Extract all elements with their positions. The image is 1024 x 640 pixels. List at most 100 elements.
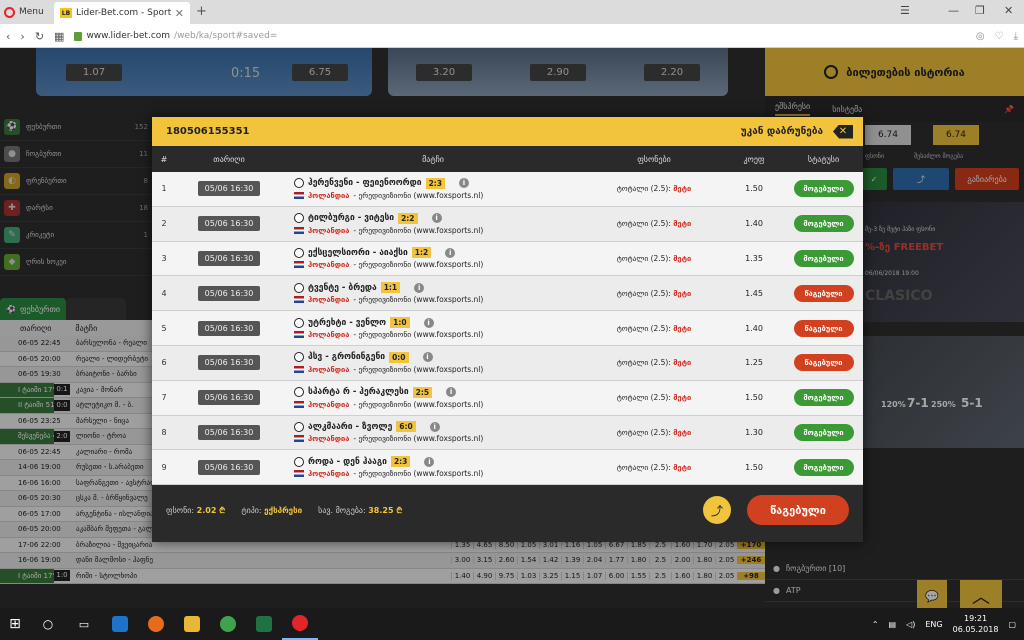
ticket-details-modal: 180506155351 უკან დაბრუნება ✕ # თარიღი მ…: [152, 117, 863, 542]
tray-chevron-icon[interactable]: ⌃: [872, 620, 879, 629]
browser-tab[interactable]: LB Lider-Bet.com - Sports and ✕: [54, 2, 190, 24]
bet-market: ტოტალი (2.5): მეტი: [584, 324, 724, 333]
league-country: ჰოლანდია: [308, 330, 350, 340]
close-window-icon[interactable]: ✕: [1004, 4, 1013, 17]
league-name: - ერედივიზიონი (www.foxsports.nl): [353, 434, 484, 444]
bet-selection: მეტი: [673, 253, 692, 263]
bet-selection: მეტი: [673, 184, 692, 194]
stake-summary: ფსონი: 2.02 ₾: [166, 505, 225, 516]
match-score: 0:0: [389, 351, 409, 363]
match-name: ალკმაარი - ზვოლე: [308, 421, 393, 432]
opera-menu-button[interactable]: Menu: [4, 4, 44, 20]
bet-market-label: ტოტალი (2.5):: [616, 393, 674, 403]
col-odds: კოეფ: [743, 154, 765, 164]
bet-status-cell: მოგებული: [784, 458, 863, 476]
info-icon[interactable]: i: [423, 317, 434, 328]
football-icon: [294, 213, 304, 224]
network-icon[interactable]: ▤: [889, 620, 897, 629]
netherlands-flag-icon: [294, 365, 304, 373]
bet-market: ტოტალი (2.5): მეტი: [584, 428, 724, 437]
bet-market-label: ტოტალი (2.5):: [616, 462, 674, 472]
col-date: თარიღი: [213, 154, 245, 164]
bet-date: 05/06 16:30: [197, 390, 261, 406]
excel-icon[interactable]: [246, 608, 282, 640]
forward-icon[interactable]: ›: [20, 30, 24, 43]
back-icon[interactable]: ‹: [6, 30, 10, 43]
col-match: მატჩი: [422, 154, 444, 164]
info-icon[interactable]: i: [459, 178, 469, 189]
league-name: - ერედივიზიონი (www.foxsports.nl): [353, 330, 484, 340]
back-button[interactable]: უკან დაბრუნება: [741, 126, 823, 137]
football-icon: [294, 352, 304, 363]
bet-odd: 1.40: [745, 219, 763, 229]
win-label: სავ. მოგება:: [318, 505, 366, 515]
new-tab-icon[interactable]: +: [196, 4, 207, 19]
bet-selection: მეტი: [673, 323, 692, 333]
volume-icon[interactable]: ◁): [906, 620, 915, 629]
share-icon[interactable]: ⤴: [703, 496, 731, 524]
bet-odd: 1.50: [745, 184, 763, 194]
bet-date: 05/06 16:30: [197, 285, 261, 301]
taskbar-clock[interactable]: 19:21 06.05.2018: [953, 613, 999, 635]
info-icon[interactable]: i: [429, 421, 440, 432]
bet-selection: მეტი: [673, 427, 692, 437]
speed-dial-icon[interactable]: ▦: [54, 30, 64, 43]
league-country: ჰოლანდია: [308, 469, 350, 479]
bet-number: 2: [161, 219, 167, 229]
status-badge: მოგებული: [793, 423, 854, 441]
netherlands-flag-icon: [294, 226, 304, 234]
info-icon[interactable]: i: [424, 456, 435, 467]
netherlands-flag-icon: [294, 296, 304, 304]
task-view-icon[interactable]: ▭: [66, 608, 102, 640]
firefox-icon[interactable]: [138, 608, 174, 640]
chrome-icon[interactable]: [210, 608, 246, 640]
bet-market-label: ტოტალი (2.5):: [616, 427, 674, 437]
info-icon[interactable]: i: [446, 387, 457, 398]
bet-date: 05/06 16:30: [197, 355, 261, 371]
url-field[interactable]: www.lider-bet.com/web/ka/sport#saved=: [74, 31, 965, 41]
windows-start-icon[interactable]: ⊞: [0, 608, 30, 640]
notifications-icon[interactable]: ▢: [1008, 620, 1016, 629]
bet-number: 4: [161, 288, 167, 298]
league-line: ჰოლანდია - ერედივიზიონი (www.foxsports.n…: [294, 400, 584, 409]
league-country: ჰოლანდია: [308, 190, 350, 200]
address-bar: ‹ › ↻ ▦ www.lider-bet.com/web/ka/sport#s…: [0, 24, 1024, 48]
snapshot-icon[interactable]: ◎: [976, 31, 985, 42]
info-icon[interactable]: i: [414, 282, 425, 293]
match-line: სპარტა რ - ჰერაკლესი 2:5 i: [294, 386, 584, 398]
match-name: ტვენტე - ბრედა: [308, 282, 377, 293]
bet-row: 1 05/06 16:30 ჰერენვენი - ფეიენოორდი 2:3 i ჰო…: [152, 172, 863, 207]
opera-logo-icon: [4, 6, 15, 18]
ticket-status-button[interactable]: წაგებული: [747, 495, 849, 525]
info-icon[interactable]: i: [431, 213, 442, 224]
bet-status-cell: მოგებული: [784, 423, 863, 441]
bet-match-cell: პსვ - გრონინგენი 0:0 i ჰოლანდია - ერედივიზი…: [282, 351, 584, 374]
search-icon[interactable]: ○: [30, 608, 66, 640]
close-tab-icon[interactable]: ✕: [175, 7, 184, 20]
tab-title: Lider-Bet.com - Sports and: [76, 8, 171, 18]
league-line: ჰოლანდია - ერედივიზიონი (www.foxsports.n…: [294, 226, 584, 235]
info-icon[interactable]: i: [445, 247, 456, 258]
bet-date-cell: 05/06 16:30: [176, 285, 282, 301]
info-icon[interactable]: i: [422, 352, 433, 363]
download-icon[interactable]: ⤓: [1014, 31, 1018, 42]
url-domain: www.lider-bet.com: [86, 31, 171, 41]
bet-status-cell: მოგებული: [784, 180, 863, 198]
language-indicator[interactable]: ENG: [925, 620, 942, 629]
tab-menu-icon[interactable]: ☰: [900, 4, 910, 17]
bookmark-heart-icon[interactable]: ♡: [995, 31, 1004, 42]
file-explorer-icon[interactable]: [174, 608, 210, 640]
restore-icon[interactable]: ❐: [975, 4, 985, 17]
minimize-icon[interactable]: —: [948, 4, 959, 17]
col-number: #: [160, 154, 168, 164]
modal-footer: ფსონი: 2.02 ₾ ტიპი: ექსპრესი სავ. მოგება…: [152, 478, 863, 542]
edge-icon[interactable]: [102, 608, 138, 640]
bet-match-cell: როდა - დენ ჰააგი 2:3 i ჰოლანდია - ერედივიზი…: [282, 456, 584, 478]
reload-icon[interactable]: ↻: [35, 30, 44, 43]
league-name: - ერედივიზიონი (www.foxsports.nl): [353, 225, 484, 235]
match-score: 2:3: [425, 177, 445, 189]
bet-date: 05/06 16:30: [197, 424, 261, 440]
opera-taskbar-icon[interactable]: [282, 608, 318, 640]
back-arrow-icon[interactable]: ✕: [833, 124, 853, 139]
bet-market-label: ტოტალი (2.5):: [616, 184, 674, 194]
